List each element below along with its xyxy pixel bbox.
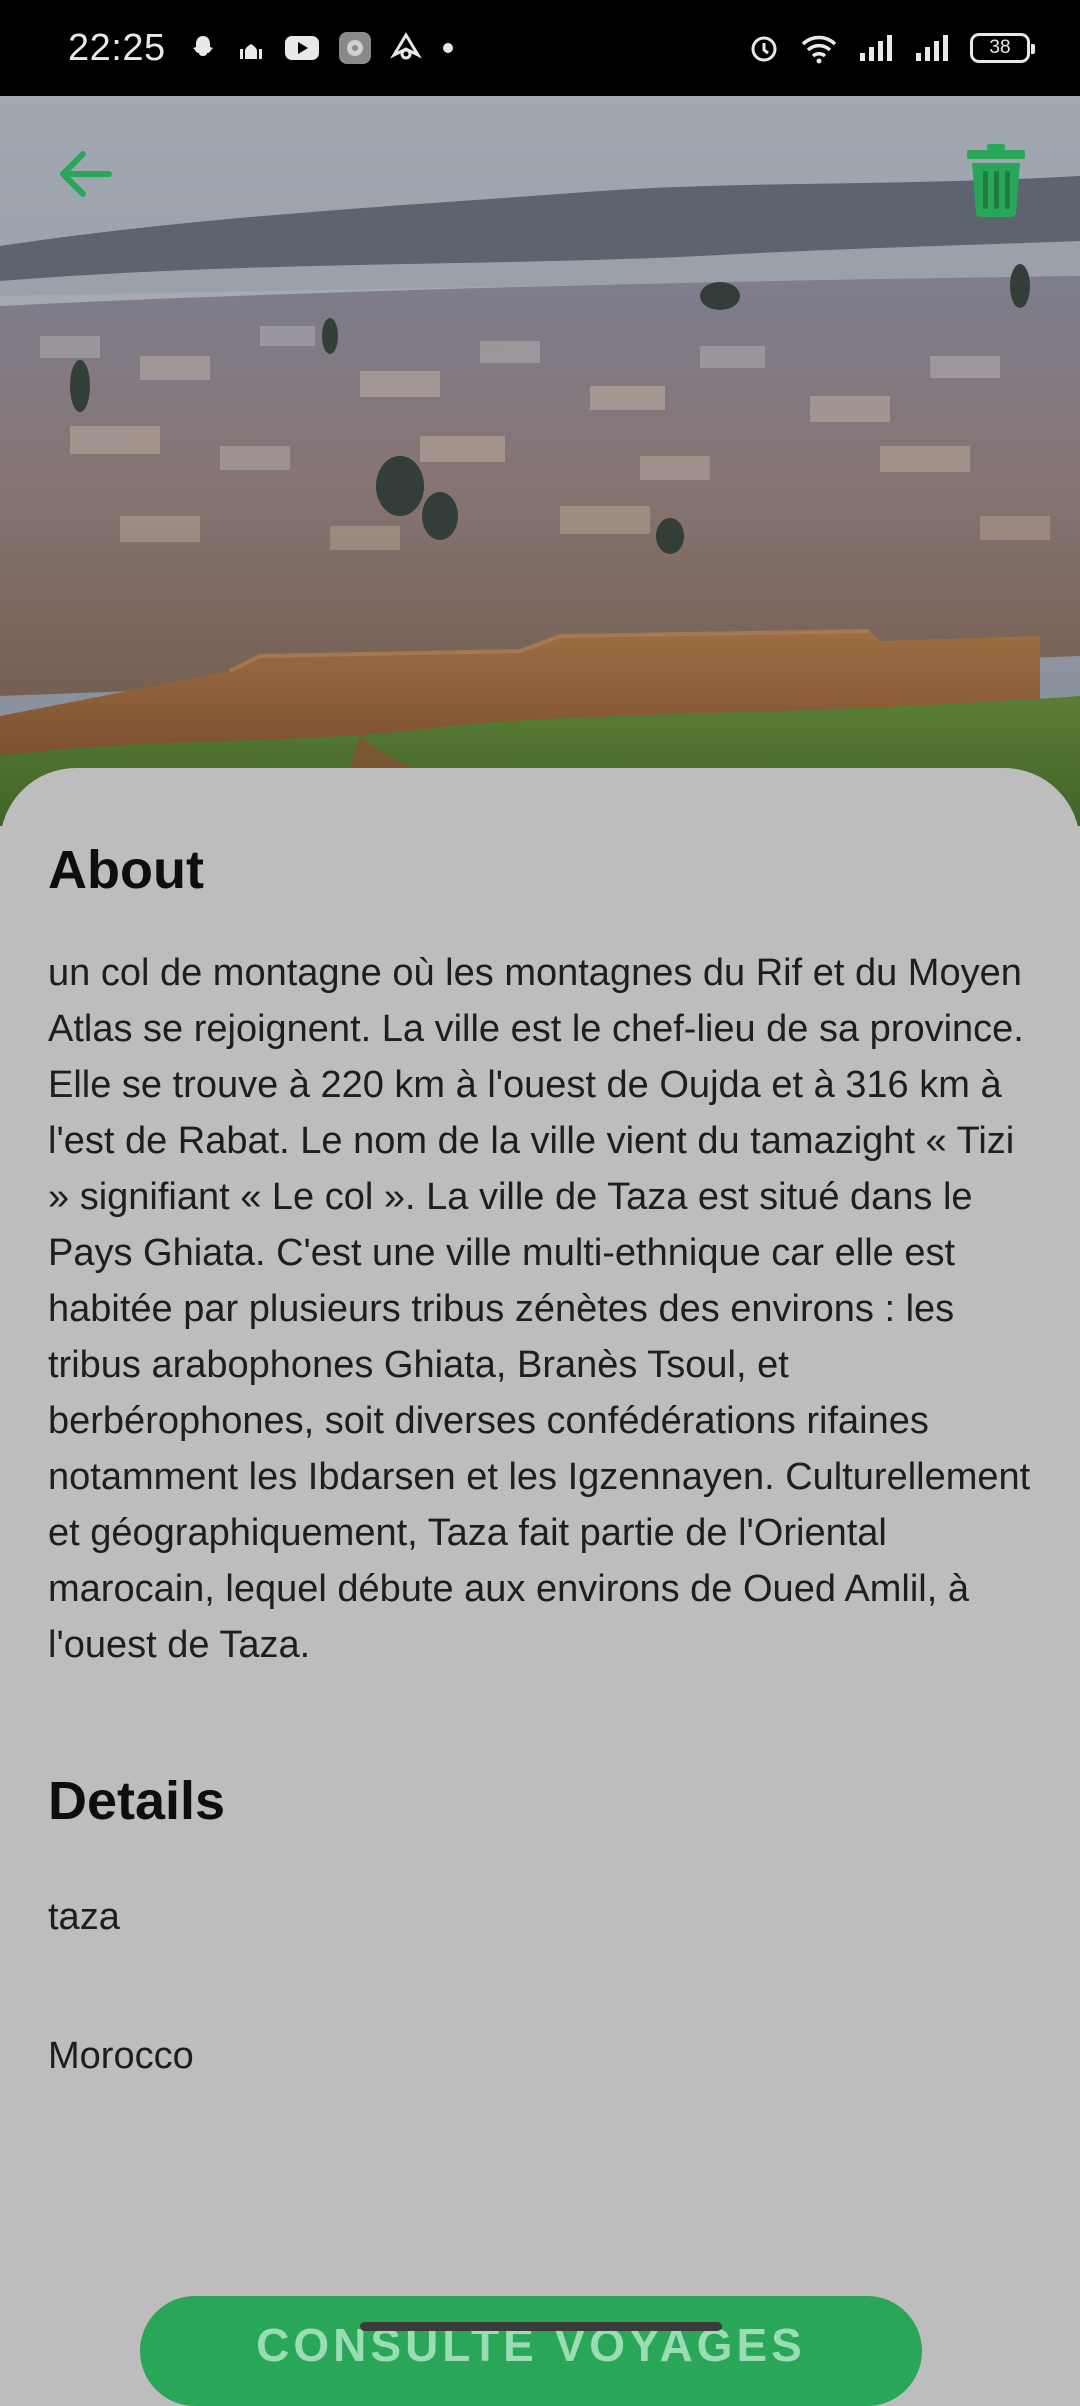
trash-icon: [967, 144, 1025, 217]
youtube-icon: [284, 34, 320, 62]
battery-level: 38: [989, 37, 1011, 58]
status-time: 22:25: [68, 26, 166, 69]
detail-country: Morocco: [48, 2034, 194, 2077]
detail-city: taza: [48, 1895, 120, 1938]
snapchat-icon: [188, 33, 218, 63]
signal-icon: [914, 33, 950, 63]
status-bar: 22:25 38: [0, 0, 1080, 96]
city-hero-image: [0, 96, 1080, 826]
alarm-icon: [748, 32, 780, 64]
delete-button[interactable]: [960, 140, 1032, 220]
details-title: Details: [48, 1770, 226, 1831]
system-icons: 38: [748, 32, 1035, 64]
mosque-icon: [236, 33, 266, 63]
wifi-icon: [800, 32, 838, 64]
notification-icons: [188, 31, 456, 65]
home-indicator[interactable]: [360, 2322, 722, 2331]
about-description: un col de montagne où les montagnes du R…: [48, 951, 1031, 1666]
hero-overlay: [0, 96, 1080, 826]
nav-app-icon: [389, 32, 422, 64]
settings-app-icon: [338, 31, 372, 65]
consult-trips-button[interactable]: CONSULTE VOYAGES: [140, 2296, 922, 2406]
content-sheet: About un col de montagne où les montagne…: [0, 768, 1080, 2340]
back-button[interactable]: [48, 138, 120, 210]
dot-icon: [440, 40, 456, 56]
about-title: About: [48, 840, 204, 900]
arrow-left-icon: [60, 151, 112, 197]
signal-icon: [858, 33, 894, 63]
battery-indicator: 38: [970, 33, 1035, 63]
